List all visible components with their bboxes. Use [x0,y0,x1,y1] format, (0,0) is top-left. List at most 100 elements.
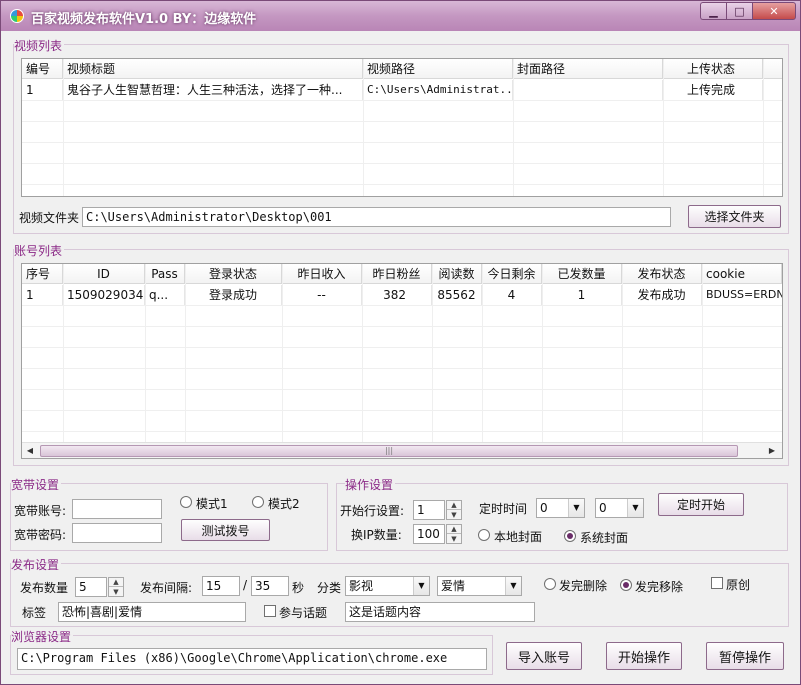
scroll-left-icon[interactable]: ◀ [22,443,38,458]
ip-count-input[interactable]: 100 [413,524,445,544]
grid-line [22,305,782,306]
cell-upload-status: 上传完成 [663,80,763,100]
account-list-header: 序号 ID Pass 登录状态 昨日收入 昨日粉丝 阅读数 今日剩余 已发数量 … [22,264,782,284]
timer-hour-value: 0 [540,501,548,515]
column-header-read-count[interactable]: 阅读数 [432,264,482,284]
chevron-down-icon[interactable]: ▼ [505,577,521,595]
column-header-today-remaining[interactable]: 今日剩余 [482,264,542,284]
interval-max-input[interactable]: 35 [251,576,289,596]
browser-path-input[interactable]: C:\Program Files (x86)\Google\Chrome\App… [17,648,487,670]
grid-line [432,264,433,442]
spin-up-icon[interactable]: ▲ [447,501,461,510]
category-select[interactable]: 影视 ▼ [345,576,430,596]
move-after-radio[interactable] [620,579,632,591]
spin-up-icon[interactable]: ▲ [447,525,461,534]
timer-start-button[interactable]: 定时开始 [658,493,744,516]
column-header-video-path[interactable]: 视频路径 [363,59,513,79]
close-icon: ✕ [769,4,779,18]
column-header-yesterday-income[interactable]: 昨日收入 [282,264,362,284]
grid-line [145,264,146,442]
select-folder-button[interactable]: 选择文件夹 [688,205,781,228]
grid-line [22,410,782,411]
column-header-id[interactable]: ID [63,264,145,284]
video-list-table[interactable]: 编号 视频标题 视频路径 封面路径 上传状态 1 鬼谷子人生智慧哲理：人生三种活… [21,58,783,197]
maximize-button[interactable]: □ [726,2,752,20]
delete-after-radio[interactable] [544,578,556,590]
test-dial-button[interactable]: 测试拨号 [181,519,270,541]
system-cover-radio[interactable] [564,530,576,542]
video-list-group-label: 视频列表 [14,37,65,54]
spin-down-icon[interactable]: ▼ [109,587,123,596]
grid-line [22,100,782,101]
mode1-radio[interactable] [180,496,192,508]
column-header-pass[interactable]: Pass [145,264,185,284]
scroll-right-icon[interactable]: ▶ [764,443,780,458]
subcategory-select[interactable]: 爱情 ▼ [437,576,522,596]
grid-line [542,264,543,442]
ip-count-label: 换IP数量: [351,528,402,542]
import-accounts-button[interactable]: 导入账号 [506,642,582,670]
video-list-group: 视频列表 编号 视频标题 视频路径 封面路径 上传状态 1 鬼谷子人生智慧哲理：… [13,37,789,234]
spin-up-icon[interactable]: ▲ [109,578,123,587]
column-header-yesterday-fans[interactable]: 昨日粉丝 [362,264,432,284]
horizontal-scrollbar[interactable]: ◀ ||| ▶ [22,442,782,458]
table-row[interactable]: 1 鬼谷子人生智慧哲理：人生三种活法，选择了一种... C:\Users\Adm… [22,80,763,100]
local-cover-radio[interactable] [478,529,490,541]
chevron-down-icon[interactable]: ▼ [413,577,429,595]
grid-line [282,264,283,442]
broadband-password-input[interactable] [72,523,162,543]
publish-count-input[interactable]: 5 [75,577,107,597]
scroll-thumb[interactable]: ||| [40,445,738,457]
local-cover-label: 本地封面 [494,530,543,544]
interval-min-input[interactable]: 15 [202,576,240,596]
title-bar[interactable]: 百家视频发布软件V1.0 BY：边缘软件 ▁ □ ✕ [1,1,800,31]
column-header-upload-status[interactable]: 上传状态 [663,59,763,79]
close-button[interactable]: ✕ [752,2,796,20]
column-header-sent-count[interactable]: 已发数量 [542,264,622,284]
original-checkbox[interactable] [711,577,723,589]
cell-yesterday-fans: 382 [362,285,432,305]
grid-line [763,59,764,196]
minimize-button[interactable]: ▁ [700,2,726,20]
account-list-group-label: 账号列表 [14,242,65,259]
chevron-down-icon[interactable]: ▼ [627,499,643,517]
grid-line [482,264,483,442]
publish-group-label: 发布设置 [11,556,62,573]
column-header-cover-path[interactable]: 封面路径 [513,59,663,79]
window-title: 百家视频发布软件V1.0 BY：边缘软件 [31,12,257,27]
publish-count-label: 发布数量 [20,581,69,595]
column-header-cookie[interactable]: cookie [702,264,782,284]
ip-count-spinner[interactable]: ▲ ▼ [446,524,462,544]
table-row[interactable]: 1 15090290345 q... 登录成功 -- 382 85562 4 1… [22,285,782,305]
spin-down-icon[interactable]: ▼ [447,534,461,543]
account-list-table[interactable]: 序号 ID Pass 登录状态 昨日收入 昨日粉丝 阅读数 今日剩余 已发数量 … [21,263,783,459]
grid-line [513,59,514,196]
cell-pass: q... [145,285,185,305]
topic-input[interactable]: 这是话题内容 [345,602,535,622]
start-operation-button[interactable]: 开始操作 [606,642,682,670]
grid-line [22,326,782,327]
column-header-publish-status[interactable]: 发布状态 [622,264,702,284]
column-header-seq[interactable]: 序号 [22,264,63,284]
mode1-label: 模式1 [196,497,228,511]
cell-publish-status: 发布成功 [622,285,702,305]
broadband-account-input[interactable] [72,499,162,519]
tags-input[interactable]: 恐怖|喜剧|爱情 [58,602,246,622]
column-header-title[interactable]: 视频标题 [63,59,363,79]
start-row-input[interactable]: 1 [413,500,445,520]
pause-operation-button[interactable]: 暂停操作 [706,642,784,670]
spin-down-icon[interactable]: ▼ [447,510,461,519]
topic-label: 参与话题 [279,606,328,620]
column-header-login-status[interactable]: 登录状态 [185,264,282,284]
chevron-down-icon[interactable]: ▼ [568,499,584,517]
start-row-spinner[interactable]: ▲ ▼ [446,500,462,520]
publish-group: 发布设置 发布数量 5 ▲ ▼ 发布间隔: 15 / 35 秒 分类 影视 ▼ … [10,556,789,627]
column-header-index[interactable]: 编号 [22,59,63,79]
timer-hour-select[interactable]: 0 ▼ [536,498,585,518]
topic-checkbox[interactable] [264,605,276,617]
timer-minute-select[interactable]: 0 ▼ [595,498,644,518]
video-folder-input[interactable]: C:\Users\Administrator\Desktop\001 [82,207,671,227]
publish-count-spinner[interactable]: ▲ ▼ [108,577,124,597]
grid-line [702,264,703,442]
mode2-radio[interactable] [252,496,264,508]
